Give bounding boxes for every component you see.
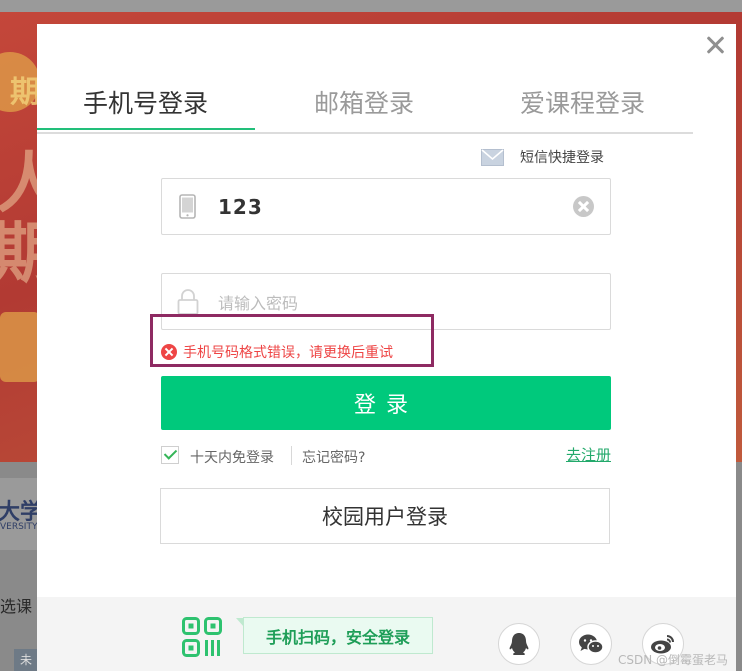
mobile-phone-icon	[179, 194, 196, 219]
qr-code-icon[interactable]	[182, 617, 222, 657]
sms-quick-login-label: 短信快捷登录	[520, 150, 604, 166]
forgot-password-link[interactable]: 忘记密码?	[302, 447, 365, 467]
login-button[interactable]: 登录	[161, 376, 611, 430]
wechat-icon	[579, 634, 604, 654]
lock-icon	[177, 289, 199, 315]
banner-decoration	[0, 312, 40, 382]
phone-input-value[interactable]: 123	[218, 195, 263, 219]
banner-char: 期	[10, 75, 40, 110]
clear-input-icon[interactable]	[573, 196, 594, 217]
qq-icon	[509, 633, 529, 655]
close-icon[interactable]	[704, 34, 726, 56]
sms-quick-login-link[interactable]: 短信快捷登录	[481, 146, 604, 168]
tab-phone-login[interactable]: 手机号登录	[83, 84, 208, 120]
remember-checkbox[interactable]	[161, 446, 179, 464]
login-footer: 手机扫码，安全登录 CSDN @倒霉蛋老马	[37, 597, 736, 671]
login-modal: 手机号登录 邮箱登录 爱课程登录 短信快捷登录 123 手机号码格式错误，请更换…	[37, 24, 736, 671]
qq-login-button[interactable]	[498, 623, 540, 665]
university-logo-subtext: VERSITY	[0, 522, 38, 532]
wechat-login-button[interactable]	[570, 623, 612, 665]
qr-login-tip: 手机扫码，安全登录	[236, 617, 433, 654]
active-tab-indicator	[37, 128, 255, 130]
background-topbar	[0, 0, 742, 12]
options-divider	[291, 446, 292, 465]
csdn-watermark: CSDN @倒霉蛋老马	[618, 653, 729, 667]
remember-label[interactable]: 十天内免登录	[190, 447, 274, 467]
background-tag: 未	[14, 649, 38, 671]
background-xuanke-label: 选课	[0, 597, 33, 616]
tab-email-login[interactable]: 邮箱登录	[314, 84, 414, 120]
envelope-icon	[481, 148, 504, 166]
tab-icourse-login[interactable]: 爱课程登录	[520, 84, 645, 120]
login-tabs: 手机号登录 邮箱登录 爱课程登录	[37, 24, 693, 134]
campus-login-button[interactable]: 校园用户登录	[160, 488, 610, 544]
error-icon	[161, 344, 177, 360]
login-options: 十天内免登录 忘记密码? 去注册	[161, 444, 611, 468]
register-link[interactable]: 去注册	[566, 444, 611, 465]
error-text: 手机号码格式错误，请更换后重试	[183, 345, 393, 361]
error-message: 手机号码格式错误，请更换后重试	[161, 342, 393, 362]
phone-field[interactable]: 123	[161, 178, 611, 235]
